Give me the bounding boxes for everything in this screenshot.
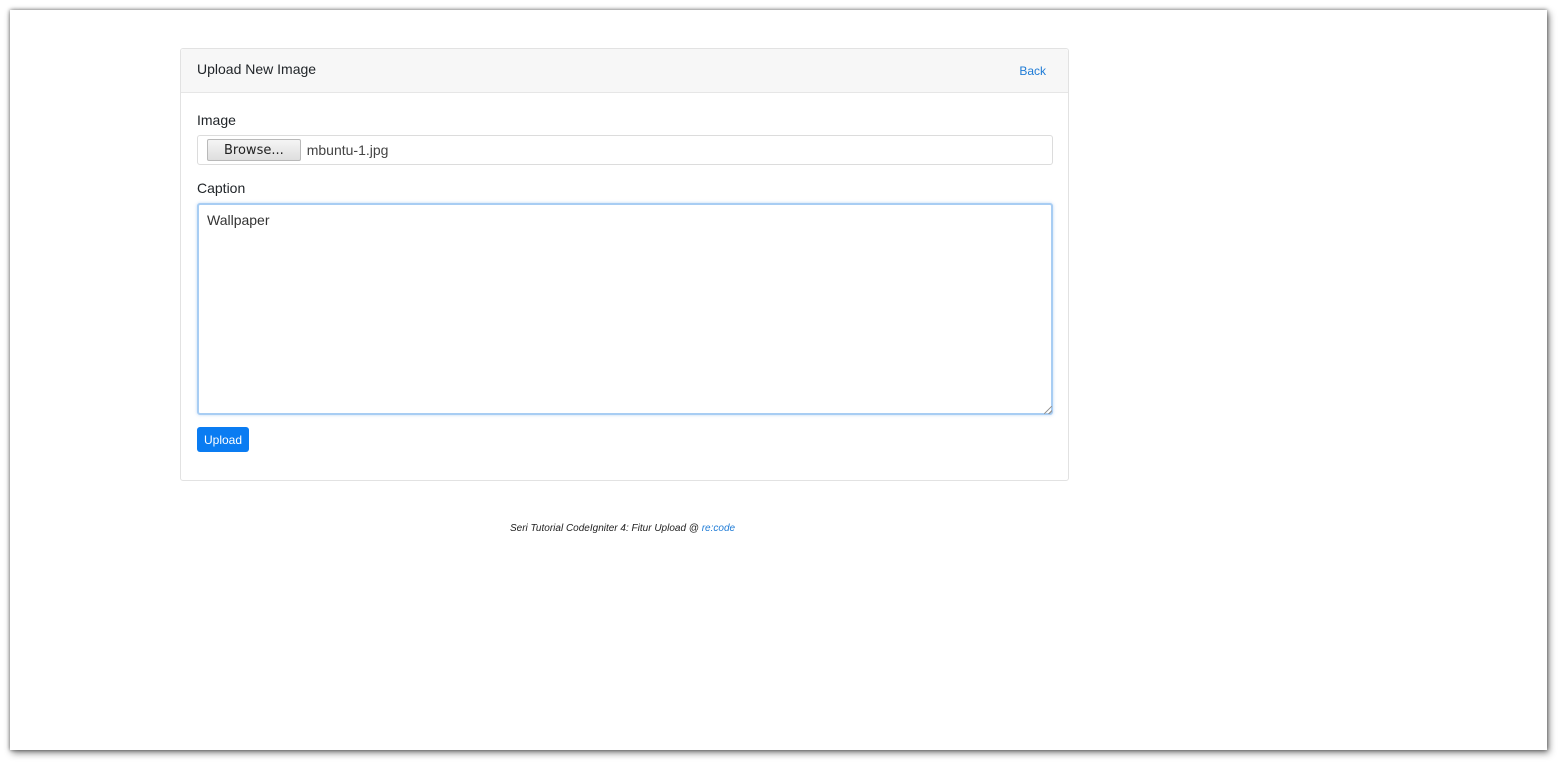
page-title: Upload New Image (197, 61, 317, 77)
footer-link[interactable]: re:code (702, 523, 735, 534)
footer-text: Seri Tutorial CodeIgniter 4: Fitur Uploa… (510, 523, 702, 534)
back-link[interactable]: Back (1019, 64, 1046, 78)
card-header: Upload New Image Back (181, 49, 1068, 93)
caption-textarea[interactable]: Wallpaper (197, 203, 1053, 415)
image-label: Image (197, 112, 236, 128)
browse-button[interactable]: Browse... (207, 139, 301, 161)
browser-page: Upload New Image Back Image Browse... mb… (10, 10, 1547, 750)
caption-label: Caption (197, 180, 246, 196)
upload-card: Upload New Image Back Image Browse... mb… (180, 48, 1069, 481)
footer-credit: Seri Tutorial CodeIgniter 4: Fitur Uploa… (510, 523, 735, 534)
selected-file-name: mbuntu-1.jpg (306, 142, 389, 158)
upload-button[interactable]: Upload (197, 427, 250, 452)
image-file-input[interactable]: Browse... mbuntu-1.jpg (197, 135, 1053, 165)
